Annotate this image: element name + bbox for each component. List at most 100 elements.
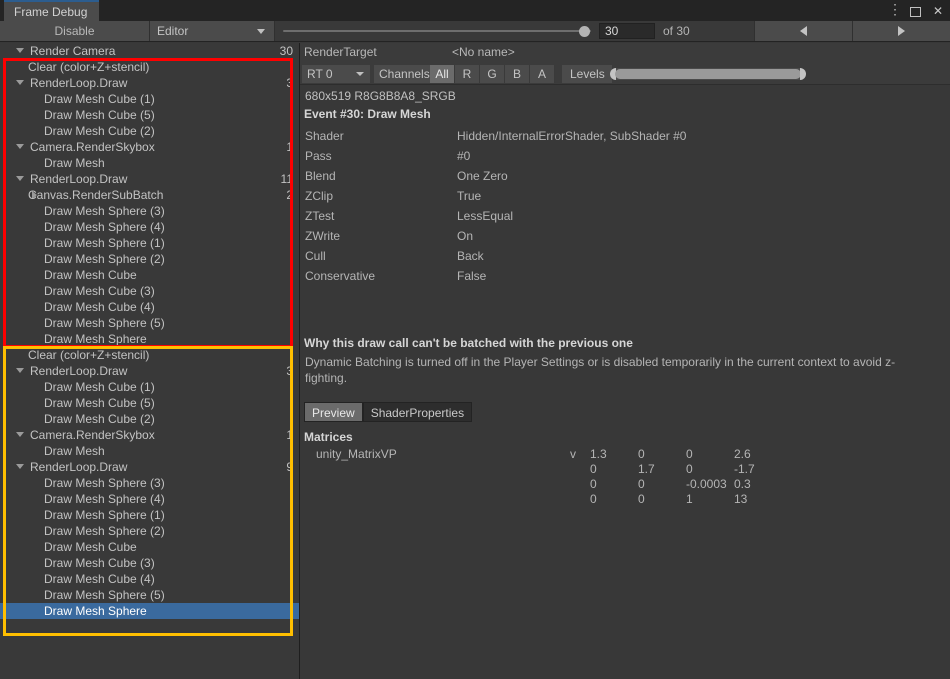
- tree-row[interactable]: Draw Mesh: [0, 443, 299, 459]
- maximize-icon[interactable]: [908, 4, 922, 18]
- more-options-icon[interactable]: [884, 1, 902, 18]
- tree-row[interactable]: Draw Mesh Sphere (3): [0, 475, 299, 491]
- tree-row[interactable]: Draw Mesh Cube (5): [0, 395, 299, 411]
- chevron-down-icon[interactable]: [16, 432, 24, 437]
- tree-row-label: Draw Mesh Cube (5): [44, 396, 155, 410]
- tree-row-label: Draw Mesh Sphere (4): [44, 492, 165, 506]
- tree-row-label: Draw Mesh Sphere (3): [44, 204, 165, 218]
- event-title: Event #30: Draw Mesh: [304, 107, 431, 121]
- tree-row[interactable]: Draw Mesh Cube (3): [0, 283, 299, 299]
- tree-row[interactable]: Draw Mesh Cube (1): [0, 379, 299, 395]
- tree-row[interactable]: Render Camera 30: [0, 43, 299, 59]
- tree-row[interactable]: Draw Mesh Sphere (5): [0, 315, 299, 331]
- chevron-down-icon[interactable]: [16, 80, 24, 85]
- tree-row[interactable]: Camera.RenderSkybox 1: [0, 139, 299, 155]
- tree-row[interactable]: Draw Mesh Sphere (4): [0, 219, 299, 235]
- frame-slider-knob[interactable]: [579, 26, 590, 37]
- levels-slider-max-handle[interactable]: [800, 68, 806, 80]
- tree-row[interactable]: Draw Mesh Sphere (1): [0, 507, 299, 523]
- levels-slider[interactable]: [610, 68, 806, 80]
- tree-row[interactable]: Draw Mesh Sphere (2): [0, 523, 299, 539]
- close-icon[interactable]: [932, 4, 946, 18]
- tree-row[interactable]: Draw Mesh Cube (4): [0, 299, 299, 315]
- target-dropdown[interactable]: Editor: [150, 21, 275, 41]
- channel-button-a[interactable]: A: [530, 65, 555, 83]
- tree-row[interactable]: Camera.RenderSkybox 1: [0, 427, 299, 443]
- frame-slider-track: [283, 30, 591, 32]
- tree-row[interactable]: Draw Mesh Cube (2): [0, 411, 299, 427]
- tree-row[interactable]: Draw Mesh Cube (5): [0, 107, 299, 123]
- rt-select-dropdown[interactable]: RT 0: [302, 65, 370, 83]
- chevron-down-icon[interactable]: [16, 144, 24, 149]
- matrix-cell: 1.3: [590, 447, 607, 461]
- property-value: LessEqual: [457, 209, 514, 223]
- channel-button-g[interactable]: G: [480, 65, 505, 83]
- tree-row[interactable]: Draw Mesh Cube (2): [0, 123, 299, 139]
- matrix-cell: 0.3: [734, 477, 751, 491]
- tree-row-label: Draw Mesh Sphere (2): [44, 524, 165, 538]
- channel-button-all[interactable]: All: [430, 65, 455, 83]
- tree-row-selected[interactable]: Draw Mesh Sphere: [0, 603, 299, 619]
- chevron-down-icon[interactable]: [16, 176, 24, 181]
- property-row: ZTest LessEqual: [300, 209, 950, 229]
- property-row: Cull Back: [300, 249, 950, 269]
- tree-row[interactable]: Draw Mesh Cube: [0, 539, 299, 555]
- tree-row-label: Draw Mesh Cube (2): [44, 412, 155, 426]
- tree-row[interactable]: Canvas.RenderSubBatch 2: [0, 187, 299, 203]
- disable-button[interactable]: Disable: [0, 21, 150, 41]
- detail-tab-preview[interactable]: Preview: [304, 402, 363, 422]
- property-key: Pass: [305, 149, 332, 163]
- tree-row[interactable]: RenderLoop.Draw 3: [0, 363, 299, 379]
- tree-row[interactable]: Clear (color+Z+stencil): [0, 347, 299, 363]
- detail-tab-shaderproperties[interactable]: ShaderProperties: [362, 402, 473, 422]
- tree-row[interactable]: Draw Mesh Cube (4): [0, 571, 299, 587]
- tree-row[interactable]: Draw Mesh Cube (3): [0, 555, 299, 571]
- tree-row[interactable]: Draw Mesh Sphere (5): [0, 587, 299, 603]
- detail-tab-bar: Preview ShaderProperties: [304, 402, 473, 422]
- tree-row[interactable]: Draw Mesh Cube: [0, 267, 299, 283]
- frame-slider[interactable]: [275, 21, 599, 41]
- tree-row-label: Draw Mesh: [44, 156, 105, 170]
- next-frame-button[interactable]: [852, 21, 950, 41]
- property-key: Blend: [305, 169, 336, 183]
- chevron-down-icon: [356, 72, 364, 76]
- tree-row-label: Draw Mesh Sphere (5): [44, 316, 165, 330]
- tree-row[interactable]: Draw Mesh Sphere (2): [0, 251, 299, 267]
- tree-row[interactable]: Draw Mesh Sphere: [0, 331, 299, 347]
- tree-row[interactable]: Draw Mesh Sphere (4): [0, 491, 299, 507]
- chevron-down-icon[interactable]: [16, 368, 24, 373]
- batching-reason-title: Why this draw call can't be batched with…: [304, 336, 633, 350]
- matrix-cell: 1.7: [638, 462, 655, 476]
- tree-row[interactable]: RenderLoop.Draw 3: [0, 75, 299, 91]
- property-row: Blend One Zero: [300, 169, 950, 189]
- frame-number-input[interactable]: 30: [599, 23, 655, 39]
- tree-row[interactable]: Draw Mesh Sphere (1): [0, 235, 299, 251]
- tree-row-label: Draw Mesh Cube: [44, 540, 137, 554]
- tree-row[interactable]: Draw Mesh Sphere (3): [0, 203, 299, 219]
- tree-row-label: Draw Mesh Cube (1): [44, 92, 155, 106]
- tree-row-label: RenderLoop.Draw: [30, 172, 128, 186]
- chevron-down-icon[interactable]: [16, 464, 24, 469]
- rt-select-label: RT 0: [307, 67, 333, 81]
- property-row: Conservative False: [300, 269, 950, 289]
- tree-row[interactable]: Draw Mesh: [0, 155, 299, 171]
- event-tree-panel[interactable]: Render Camera 30 Clear (color+Z+stencil) Re…: [0, 43, 299, 679]
- toolbar: Disable Editor 30 of 30: [0, 21, 950, 42]
- prev-frame-button[interactable]: [754, 21, 852, 41]
- tree-row-label: Draw Mesh Cube (4): [44, 572, 155, 586]
- chevron-down-icon[interactable]: [16, 48, 24, 53]
- channel-button-r[interactable]: R: [455, 65, 480, 83]
- tree-row[interactable]: Clear (color+Z+stencil): [0, 59, 299, 75]
- tree-row-label: Draw Mesh Sphere (5): [44, 588, 165, 602]
- tree-row[interactable]: RenderLoop.Draw 9: [0, 459, 299, 475]
- property-value: True: [457, 189, 482, 203]
- channel-button-b[interactable]: B: [505, 65, 530, 83]
- property-key: Cull: [305, 249, 326, 263]
- window-controls: [884, 0, 946, 21]
- tab-frame-debug[interactable]: Frame Debug: [4, 0, 100, 21]
- channels-label: Channels: [374, 65, 435, 83]
- tree-row[interactable]: Draw Mesh Cube (1): [0, 91, 299, 107]
- tree-row-count: 1: [286, 140, 293, 154]
- tree-row[interactable]: RenderLoop.Draw 11: [0, 171, 299, 187]
- tree-row-label: Draw Mesh Sphere (4): [44, 220, 165, 234]
